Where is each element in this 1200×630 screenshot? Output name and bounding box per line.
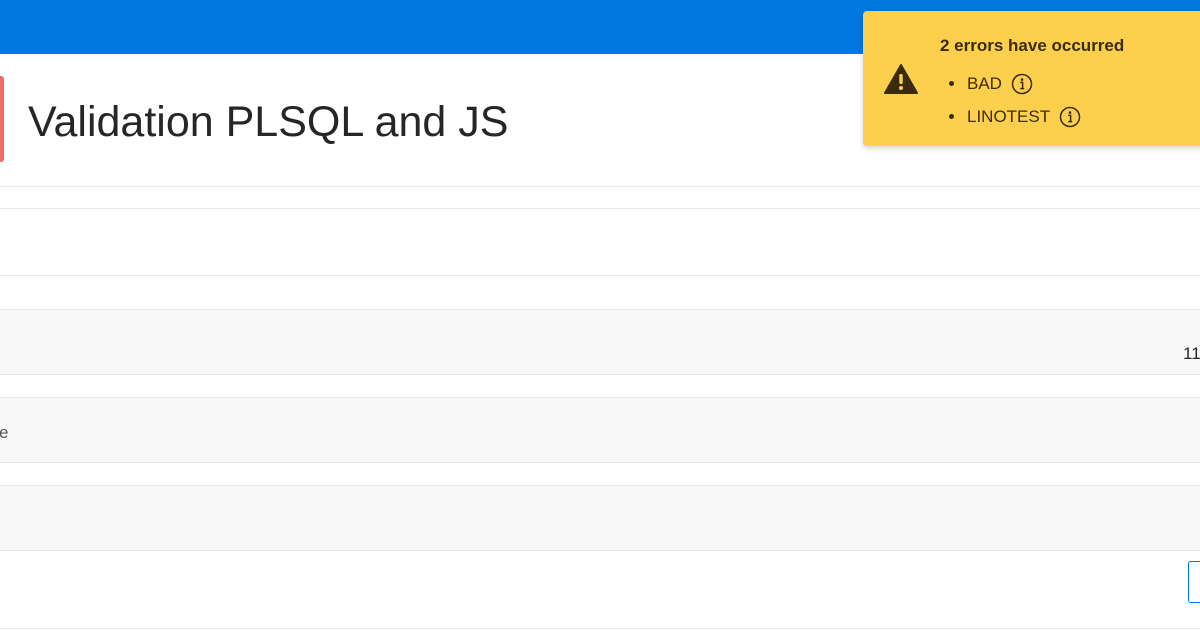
form-row-3: e [0, 397, 1200, 463]
page-title: Validation PLSQL and JS [28, 98, 509, 146]
error-notification: 2 errors have occurred BAD LINOTEST [863, 11, 1200, 146]
bullet [949, 114, 954, 119]
warning-triangle-icon [884, 64, 918, 94]
form-row-spacer-2 [0, 276, 1200, 310]
notification-title: 2 errors have occurred [940, 36, 1125, 55]
form-row-spacer [0, 187, 1200, 209]
button-row [0, 551, 1200, 629]
form-row-spacer-3 [0, 375, 1200, 398]
error-label: BAD [967, 73, 1002, 93]
info-circle-icon[interactable] [1059, 106, 1081, 128]
title-region-icon [0, 76, 4, 162]
form-row-1 [0, 209, 1200, 276]
error-item[interactable]: BAD [949, 67, 1081, 100]
form-row-spacer-4 [0, 463, 1200, 486]
info-circle-icon[interactable] [1011, 73, 1033, 95]
bullet [949, 81, 954, 86]
page: Validation PLSQL and JS 11 e 2 errors ha… [0, 0, 1200, 630]
action-button[interactable] [1188, 561, 1200, 603]
form-row-4 [0, 485, 1200, 551]
error-label: LINOTEST [967, 106, 1051, 126]
error-item[interactable]: LINOTEST [949, 100, 1081, 133]
row-label: e [0, 423, 9, 442]
row-value: 11 [1183, 344, 1200, 363]
error-list: BAD LINOTEST [949, 67, 1081, 133]
form-row-2: 11 [0, 309, 1200, 375]
